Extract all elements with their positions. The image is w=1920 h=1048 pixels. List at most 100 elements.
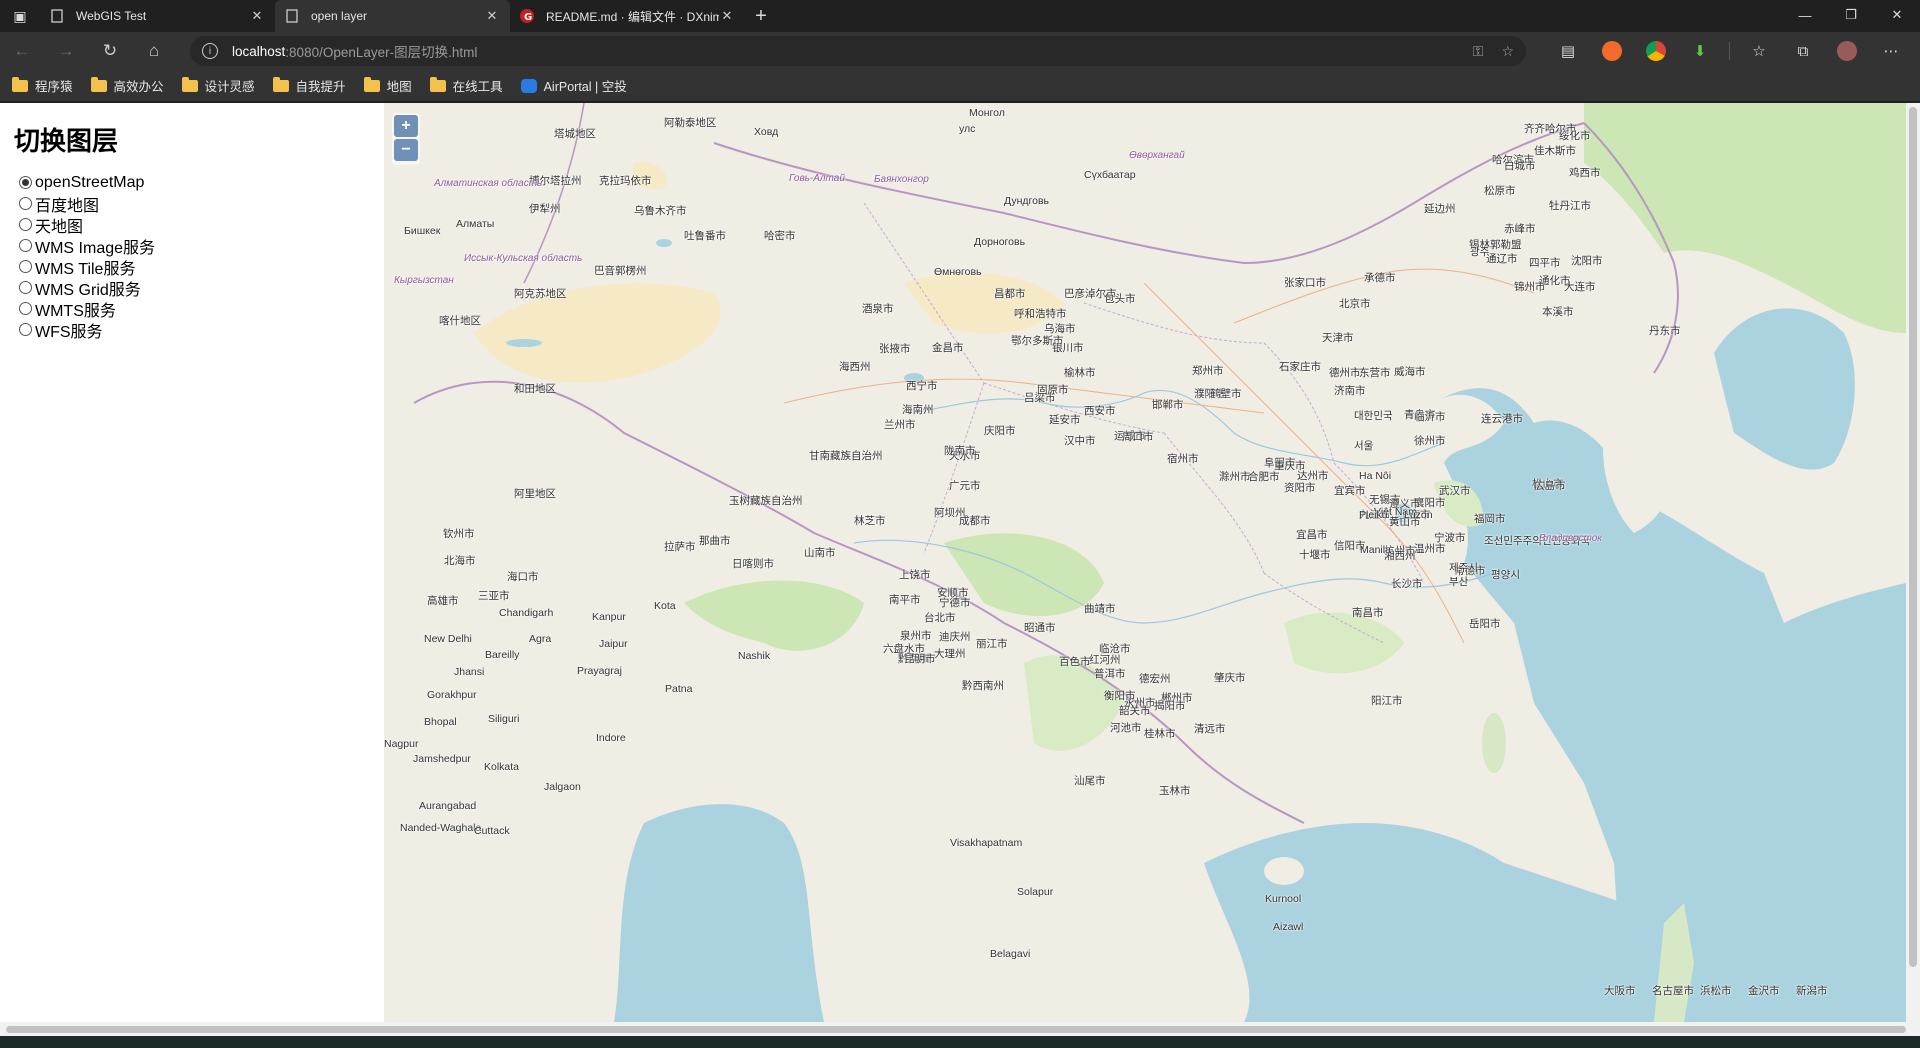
favorites-icon[interactable]: ☆	[1744, 36, 1774, 66]
map-viewport[interactable]: Монгол улс Ховд Говь-Алтай Баянхонгор Өвөрхан…	[384, 103, 1906, 1022]
map-label: Bhopal	[424, 716, 457, 728]
layer-radio[interactable]	[19, 260, 32, 273]
layer-radio[interactable]	[19, 197, 32, 210]
map-label: Jaipur	[599, 638, 628, 650]
taskbar-strip	[0, 1036, 1920, 1048]
map-label: 哈密市	[764, 230, 796, 242]
map-label: Luzon	[1404, 509, 1433, 521]
map-label: 呼和浩特市	[1014, 308, 1067, 320]
minimize-icon[interactable]: —	[1782, 0, 1828, 30]
layer-option[interactable]: WFS服务	[14, 319, 384, 341]
map-label: 曲靖市	[1084, 603, 1116, 615]
download-icon[interactable]: ⬇	[1685, 36, 1715, 66]
close-icon[interactable]: ✕	[719, 8, 735, 24]
back-icon[interactable]: ←	[0, 32, 44, 70]
forward-icon[interactable]: →	[44, 32, 88, 70]
map-label: 北京市	[1339, 298, 1371, 310]
window-controls: — ❐ ✕	[1782, 0, 1920, 30]
map-label: 百色市	[1059, 656, 1091, 668]
horizontal-scrollbar[interactable]	[0, 1022, 1920, 1036]
map-label: 牡丹江市	[1549, 200, 1591, 212]
map-label: 西宁市	[906, 380, 938, 392]
bookmark-item[interactable]: 自我提升	[272, 76, 346, 95]
more-icon[interactable]: ⋯	[1876, 36, 1906, 66]
layer-option[interactable]: 百度地图	[14, 193, 384, 215]
address-bar[interactable]: i localhost:8080/OpenLayer-图层切换.html ⚿ ☆	[190, 36, 1526, 66]
bookmark-item[interactable]: 设计灵感	[181, 76, 255, 95]
key-icon[interactable]: ⚿	[1473, 43, 1484, 60]
map-label: Ховд	[754, 126, 779, 138]
layer-option[interactable]: 天地图	[14, 214, 384, 236]
map-label: 邯郸市	[1152, 399, 1184, 411]
map-label: 名古屋市	[1652, 985, 1694, 997]
new-tab-button[interactable]: +	[745, 0, 777, 32]
folder-icon	[12, 76, 28, 92]
layer-radio[interactable]	[19, 302, 32, 315]
map-label: Prayagraj	[577, 665, 622, 677]
bookmark-item[interactable]: AirPortal | 空投	[520, 76, 627, 95]
map-label: 天津市	[1322, 332, 1354, 344]
layer-option-label: WFS服务	[35, 323, 103, 341]
extension-orange-icon[interactable]	[1597, 36, 1627, 66]
restore-icon[interactable]: ❐	[1828, 0, 1874, 30]
layer-radio[interactable]	[19, 239, 32, 252]
favorite-star-icon[interactable]: ☆	[1501, 43, 1514, 60]
bookmark-item[interactable]: 高效办公	[90, 76, 164, 95]
map-label: 北海市	[444, 555, 476, 567]
bookmark-label: 程序猿	[35, 80, 73, 94]
zoom-out-button[interactable]: −	[394, 139, 418, 161]
cloud-icon	[520, 78, 537, 93]
layer-radio[interactable]	[19, 176, 32, 189]
bookmark-item[interactable]: 在线工具	[429, 76, 503, 95]
workspaces-icon[interactable]: ▣	[0, 0, 40, 32]
vertical-scrollbar[interactable]	[1906, 103, 1920, 1022]
map-label: 东营市	[1359, 367, 1391, 379]
layer-option[interactable]: openStreetMap	[14, 172, 384, 193]
bookmark-item[interactable]: 地图	[363, 76, 412, 95]
map-base	[384, 103, 1906, 1022]
close-window-icon[interactable]: ✕	[1874, 0, 1920, 30]
layer-radio[interactable]	[19, 323, 32, 336]
map-label: 承德市	[1364, 272, 1396, 284]
map-label: 巴音郭楞州	[594, 265, 647, 277]
map-label: 揭阳市	[1154, 700, 1186, 712]
reading-mode-icon[interactable]: ▤	[1553, 36, 1583, 66]
map-label: Indore	[596, 732, 626, 744]
close-icon[interactable]: ✕	[249, 8, 265, 24]
map-label: 临沧市	[1099, 643, 1131, 655]
zoom-in-button[interactable]: +	[394, 115, 418, 137]
tab-webgis-test[interactable]: WebGIS Test ✕	[40, 0, 275, 32]
home-icon[interactable]: ⌂	[132, 32, 176, 70]
layer-option[interactable]: WMS Tile服务	[14, 256, 384, 278]
scrollbar-thumb[interactable]	[1909, 107, 1917, 967]
info-icon[interactable]: i	[202, 43, 218, 59]
map-label: 佳木斯市	[1534, 145, 1576, 157]
bookmark-item[interactable]: 程序猿	[12, 76, 73, 95]
layer-radio[interactable]	[19, 218, 32, 231]
separator	[1729, 42, 1730, 60]
map-label: Дундговь	[1004, 195, 1050, 207]
close-icon[interactable]: ✕	[484, 8, 500, 24]
map-label: 서울	[1354, 440, 1374, 452]
map-label: 제주시	[1449, 562, 1478, 574]
bookmark-label: 设计灵感	[204, 80, 255, 94]
map-label: 那曲市	[699, 535, 731, 547]
tab-open-layer[interactable]: open layer ✕	[275, 0, 510, 32]
reload-icon[interactable]: ↻	[88, 32, 132, 70]
layer-radio[interactable]	[19, 281, 32, 294]
layer-option[interactable]: WMS Image服务	[14, 235, 384, 257]
map-label: 日喀则市	[732, 558, 774, 570]
scrollbar-thumb[interactable]	[6, 1026, 1906, 1033]
browser-toolbar: ← → ↻ ⌂ i localhost:8080/OpenLayer-图层切换.…	[0, 32, 1920, 70]
tab-readme[interactable]: G README.md · 编辑文件 · DXnim... ✕	[510, 0, 745, 32]
avatar[interactable]	[1832, 36, 1862, 66]
folder-icon	[363, 76, 380, 92]
map-label: 吐鲁番市	[684, 230, 726, 242]
collections-icon[interactable]: ⧉	[1788, 36, 1818, 66]
map-label: 浜松市	[1700, 985, 1732, 997]
layer-option[interactable]: WMS Grid服务	[14, 277, 384, 299]
map-label: Jhansi	[454, 666, 485, 678]
layer-option[interactable]: WMTS服务	[14, 298, 384, 320]
extension-chrome-icon[interactable]	[1641, 36, 1671, 66]
page-content: 切换图层 openStreetMap 百度地图 天地图 WMS Image服务 WMS …	[0, 103, 1920, 1022]
